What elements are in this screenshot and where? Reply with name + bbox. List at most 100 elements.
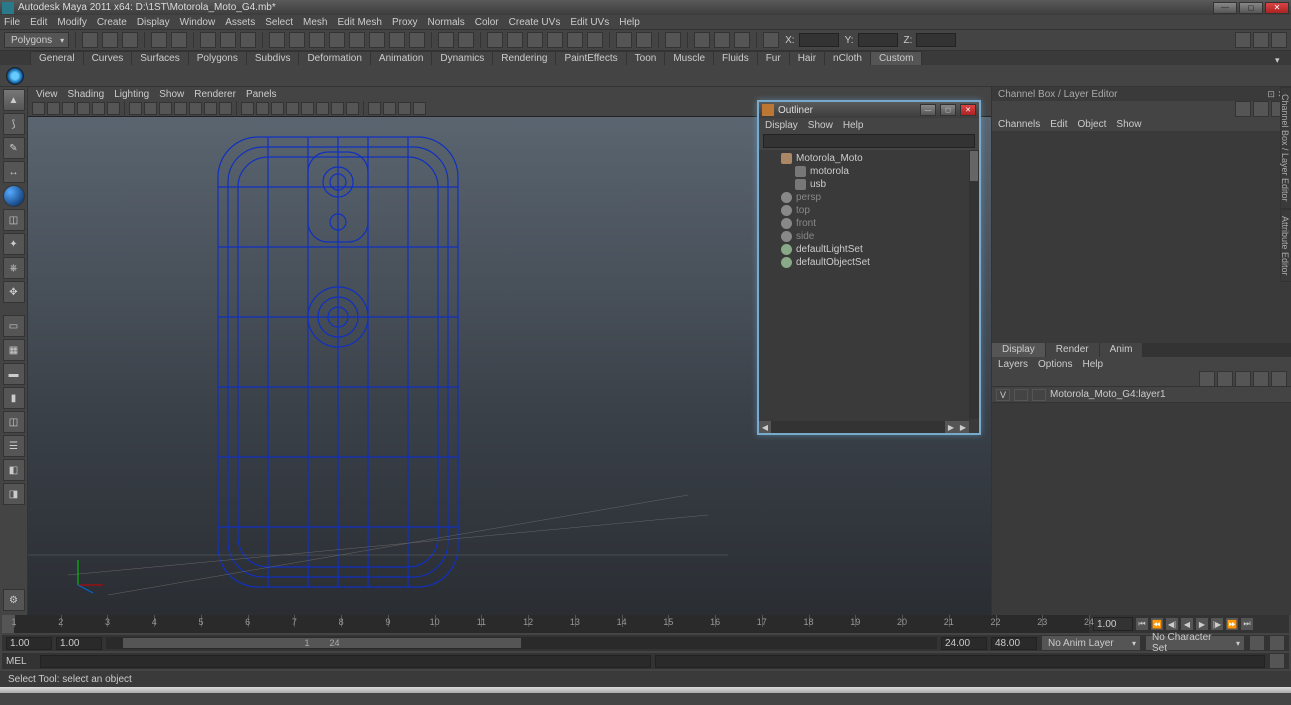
playback-button-0[interactable]: ⏮ [1135,617,1149,631]
vp-icon[interactable] [189,102,202,115]
batch-render-icon[interactable] [567,32,583,48]
outliner-minimize[interactable]: — [920,104,936,116]
z-input[interactable] [916,33,956,47]
menu-normals[interactable]: Normals [428,17,465,28]
range-track[interactable]: 1 24 [106,637,937,649]
character-set-dropdown[interactable]: No Character Set [1145,635,1245,651]
y-input[interactable] [858,33,898,47]
playback-button-1[interactable]: ⏪ [1150,617,1164,631]
current-time-input[interactable] [1093,617,1133,631]
layer-icon[interactable] [1217,371,1233,387]
render-view-icon[interactable] [547,32,563,48]
range-start-outer[interactable] [6,637,52,650]
ipr-icon[interactable] [507,32,523,48]
layout-hypershade[interactable]: ◨ [3,483,25,505]
select-tool[interactable]: ▲ [3,89,25,111]
new-scene-icon[interactable] [82,32,98,48]
outliner-hscrollbar[interactable]: ◀▶▶ [759,421,969,433]
vp-icon[interactable] [286,102,299,115]
shelf-tab-dynamics[interactable]: Dynamics [431,51,493,65]
menu-create[interactable]: Create [97,17,127,28]
outliner-scrollbar[interactable] [969,150,979,419]
shelf-tab-ncloth[interactable]: nCloth [824,51,871,65]
vp-icon[interactable] [92,102,105,115]
universal-manip-tool[interactable]: ✦ [3,233,25,255]
select-hierarchy-icon[interactable] [200,32,216,48]
last-tool[interactable]: ⚙ [3,589,25,611]
vp-icon[interactable] [398,102,411,115]
shelf-tab-animation[interactable]: Animation [370,51,432,65]
layer-vis-toggle[interactable]: V [996,389,1010,401]
layer-tab-render[interactable]: Render [1046,343,1100,357]
outliner-item[interactable]: usb [763,178,975,191]
layer-menu-options[interactable]: Options [1038,359,1072,370]
scale-tool[interactable]: ◫ [3,209,25,231]
vp-icon[interactable] [256,102,269,115]
vp-icon[interactable] [62,102,75,115]
shelf-tab-painteffects[interactable]: PaintEffects [555,51,626,65]
attribute-toggle-icon[interactable] [1253,32,1269,48]
outliner-item[interactable]: defaultLightSet [763,243,975,256]
layer-tab-anim[interactable]: Anim [1100,343,1144,357]
channel-toggle-icon[interactable] [1271,32,1287,48]
menu-window[interactable]: Window [180,17,216,28]
script-editor-icon[interactable] [1269,653,1285,669]
outliner-titlebar[interactable]: Outliner — ◻ ✕ [759,102,979,118]
panel-icon[interactable] [665,32,681,48]
autokey-icon[interactable] [1249,635,1265,651]
sidebar-toggle-icon[interactable] [1235,32,1251,48]
snap-icon[interactable] [369,32,385,48]
layer-icon[interactable] [1271,371,1287,387]
snap-live-icon[interactable] [349,32,365,48]
close-button[interactable]: ✕ [1265,2,1289,14]
vp-icon[interactable] [368,102,381,115]
outliner-maximize[interactable]: ◻ [940,104,956,116]
select-object-icon[interactable] [220,32,236,48]
outliner-item[interactable]: side [763,230,975,243]
menu-assets[interactable]: Assets [225,17,255,28]
vp-icon[interactable] [413,102,426,115]
shelf-tab-polygons[interactable]: Polygons [188,51,247,65]
outliner-item[interactable]: defaultObjectSet [763,256,975,269]
outliner-item[interactable]: front [763,217,975,230]
menu-modify[interactable]: Modify [57,17,86,28]
shelf-tab-general[interactable]: General [30,51,84,65]
lasso-tool[interactable]: ⟆ [3,113,25,135]
menu-select[interactable]: Select [265,17,293,28]
undo-icon[interactable] [151,32,167,48]
open-scene-icon[interactable] [102,32,118,48]
layer-type-toggle[interactable] [1014,389,1028,401]
shelf-tab-surfaces[interactable]: Surfaces [131,51,188,65]
vp-icon[interactable] [32,102,45,115]
range-end-inner[interactable] [941,637,987,650]
layer-row[interactable]: V Motorola_Moto_G4:layer1 [992,387,1291,403]
menu-help[interactable]: Help [619,17,640,28]
menu-mesh[interactable]: Mesh [303,17,327,28]
range-bar[interactable]: 1 24 [123,638,522,648]
outliner-search-input[interactable] [763,134,975,148]
shelf-tab-muscle[interactable]: Muscle [664,51,714,65]
history-toggle-icon[interactable] [458,32,474,48]
layout-outliner[interactable]: ☰ [3,435,25,457]
show-manip-tool[interactable]: ✥ [3,281,25,303]
vp-icon[interactable] [219,102,232,115]
outliner-close[interactable]: ✕ [960,104,976,116]
vp-icon[interactable] [159,102,172,115]
range-start-inner[interactable] [56,637,102,650]
x-input[interactable] [799,33,839,47]
layout-two-v[interactable]: ▮ [3,387,25,409]
vp-icon[interactable] [271,102,284,115]
layout-four[interactable]: ▦ [3,339,25,361]
layer-icon[interactable] [1253,371,1269,387]
layout-icon-2[interactable] [636,32,652,48]
shelf-menu-icon[interactable]: ▾ [1275,55,1285,65]
layout-three[interactable]: ◫ [3,411,25,433]
vp-icon[interactable] [316,102,329,115]
menu-edit-uvs[interactable]: Edit UVs [570,17,609,28]
playback-button-4[interactable]: ▶ [1195,617,1209,631]
vp-icon[interactable] [383,102,396,115]
channel-icon[interactable] [1253,101,1269,117]
rotate-tool[interactable] [3,185,25,207]
layer-icon[interactable] [1199,371,1215,387]
range-end-outer[interactable] [991,637,1037,650]
